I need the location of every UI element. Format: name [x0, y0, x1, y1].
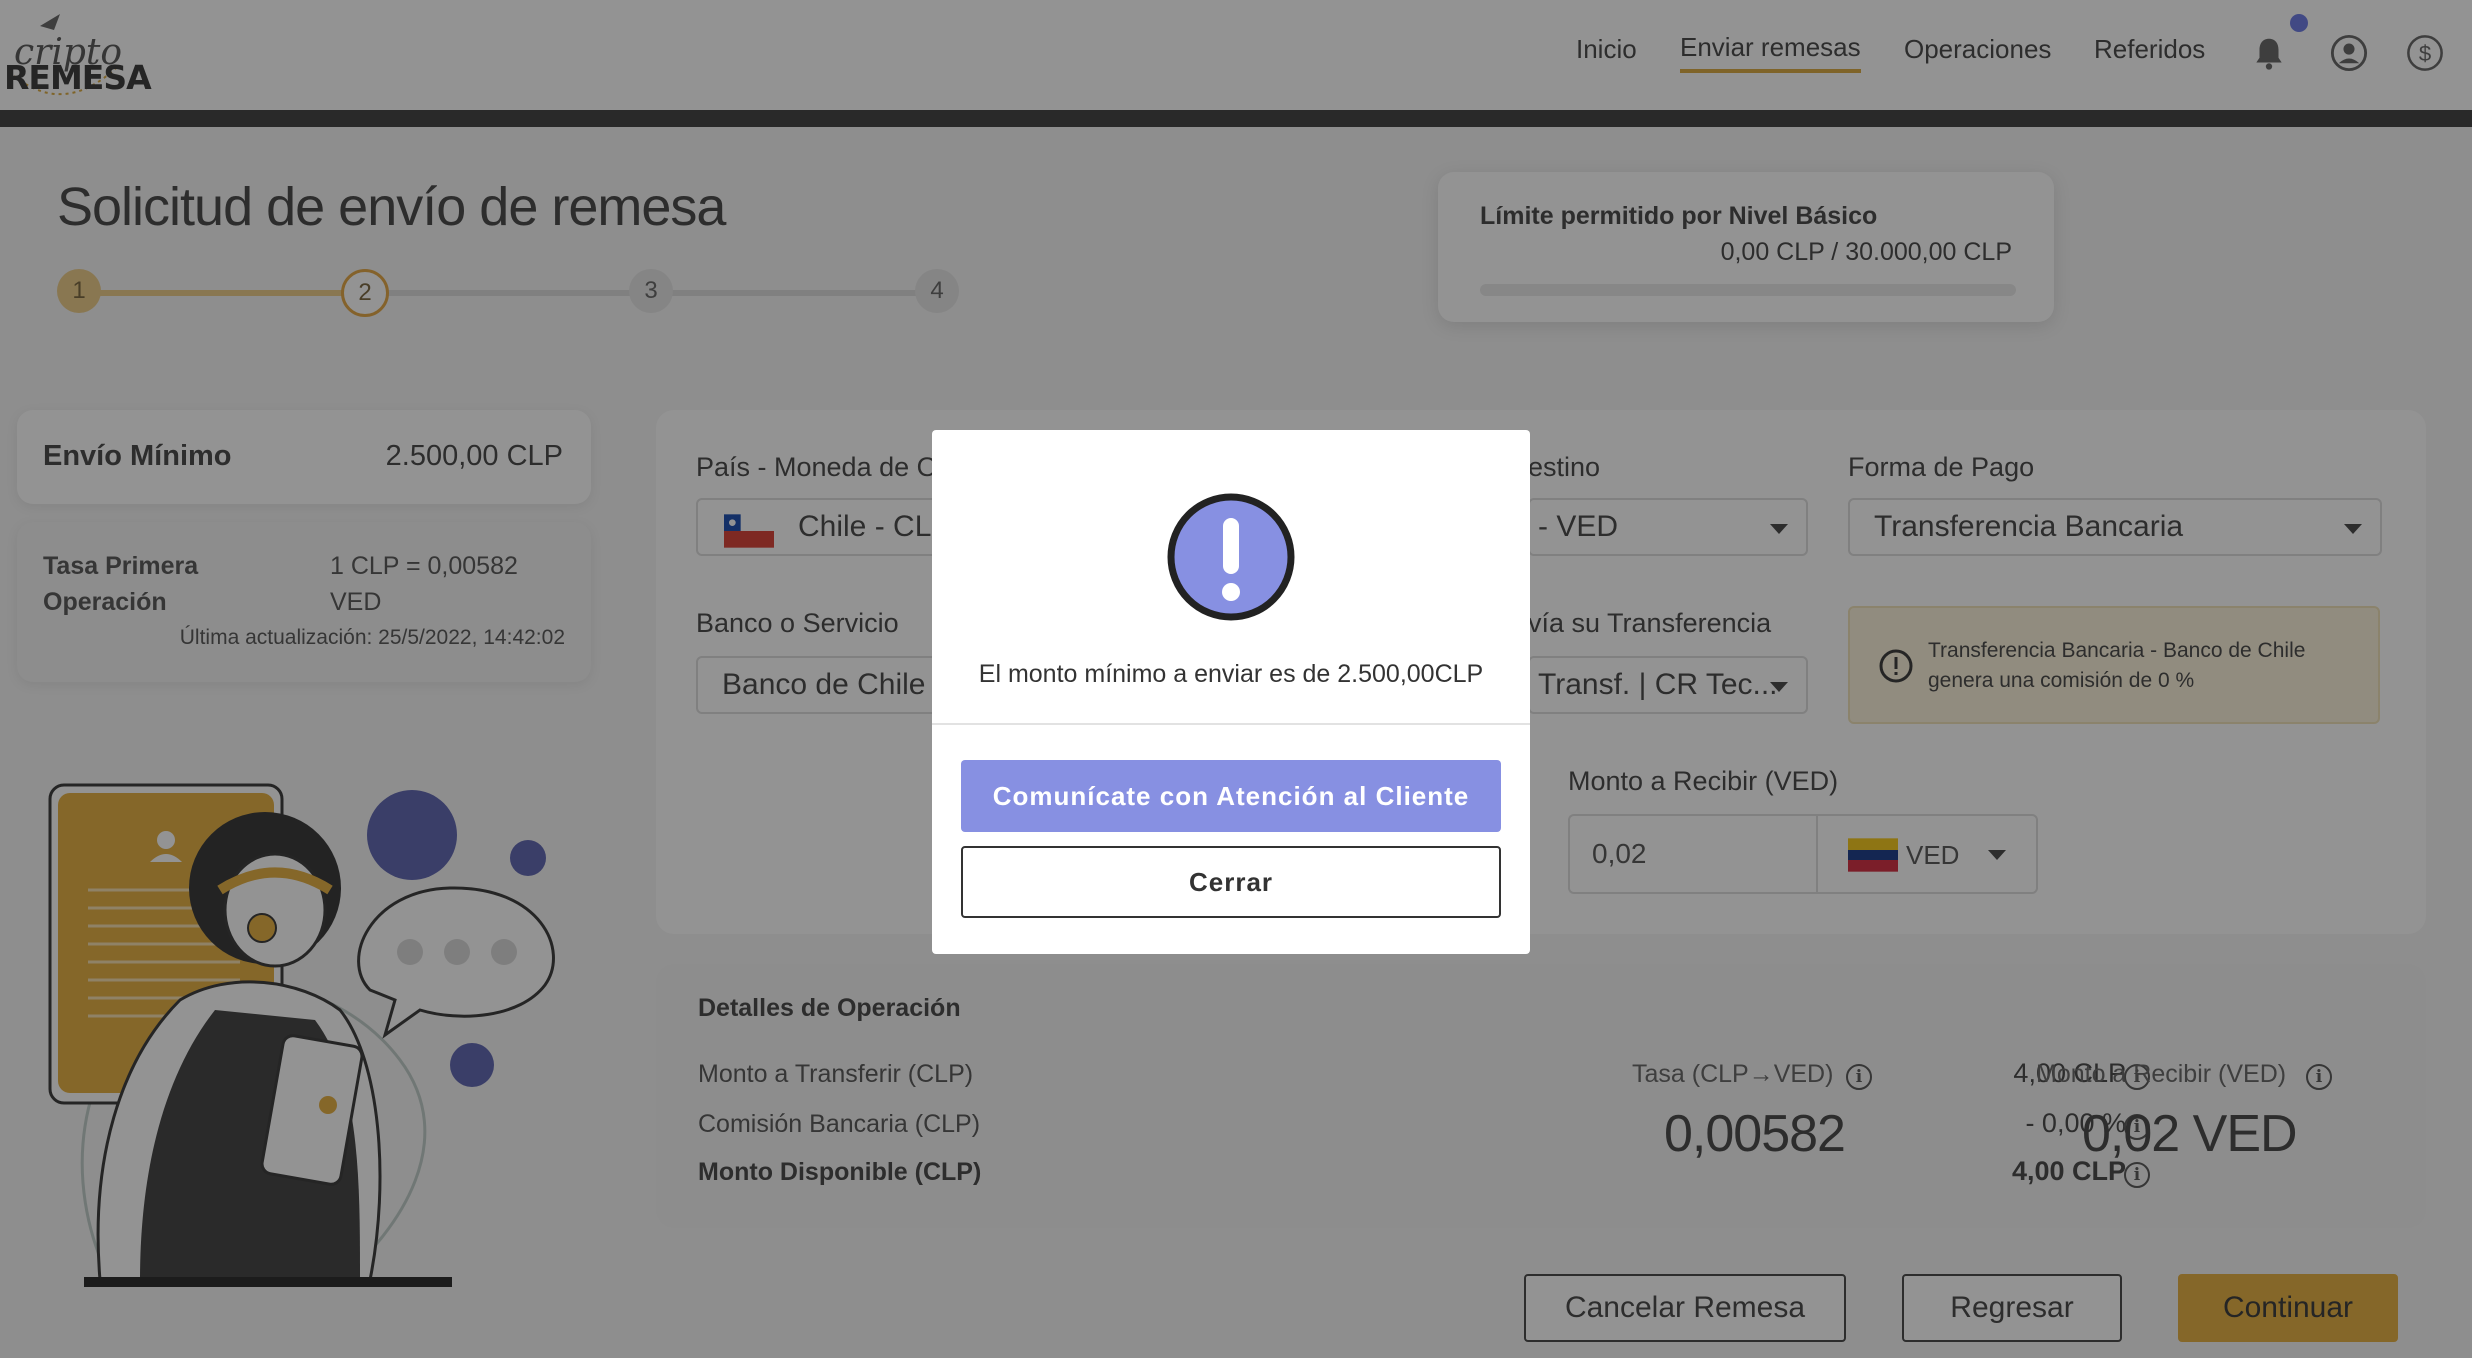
contact-support-button[interactable]: Comunícate con Atención al Cliente [961, 760, 1501, 832]
dialog-divider [932, 723, 1530, 725]
minimum-amount-dialog: El monto mínimo a enviar es de 2.500,00C… [932, 430, 1530, 954]
close-button[interactable]: Cerrar [961, 846, 1501, 918]
dialog-message: El monto mínimo a enviar es de 2.500,00C… [978, 660, 1484, 688]
exclamation-icon [1167, 493, 1295, 621]
